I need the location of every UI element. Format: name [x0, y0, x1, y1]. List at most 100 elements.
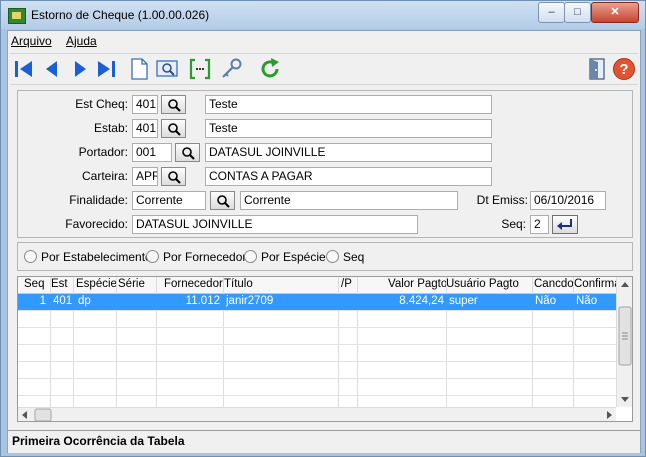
col-header-parcela[interactable]: /P [341, 278, 352, 293]
finalidade-desc-field: Corrente [240, 191, 458, 210]
grid-header: Seq Est Espécie Série Fornecedor Título … [18, 277, 616, 294]
exit-door-icon[interactable] [585, 57, 609, 81]
dt-emiss-input[interactable]: 06/10/2016 [530, 191, 606, 210]
cell-especie: dp [78, 295, 91, 307]
scroll-right-icon [607, 411, 612, 419]
sort-options-panel: Por Estabelecimento Por Fornecedor Por E… [17, 242, 633, 271]
est-cheq-zoom-button[interactable] [161, 95, 186, 114]
menu-arquivo[interactable]: Arquivo [11, 34, 52, 48]
finalidade-code-input[interactable]: Corrente [132, 191, 206, 210]
radio-seq[interactable]: Seq [326, 250, 364, 264]
next-record-icon[interactable] [68, 57, 92, 81]
table-row[interactable]: 1 401 dp 11.012 janir2709 8.424,24 super… [18, 294, 616, 311]
vertical-scrollbar[interactable] [616, 277, 632, 407]
first-record-icon[interactable] [12, 57, 36, 81]
carteira-label: Carteira: [81, 169, 128, 183]
previous-record-icon[interactable] [40, 57, 64, 81]
scroll-up-icon [621, 282, 629, 287]
cell-cancdo: Não [535, 295, 557, 307]
col-header-confirma[interactable]: Confirma [574, 278, 616, 293]
est-cheq-label: Est Cheq: [75, 97, 128, 111]
seq-enter-button[interactable] [552, 215, 578, 234]
table-row-empty[interactable] [18, 379, 616, 396]
carteira-zoom-button[interactable] [161, 167, 186, 186]
radio-por-especie[interactable]: Por Espécie [244, 250, 326, 264]
seq-input[interactable]: 2 [530, 215, 549, 234]
carteira-code-input[interactable]: APR [132, 167, 158, 186]
est-cheq-code-input[interactable]: 401 [132, 95, 158, 114]
svg-text:?: ? [619, 61, 628, 78]
table-row-empty[interactable] [18, 311, 616, 328]
cell-fornecedor: 11.012 [185, 295, 220, 307]
col-header-est[interactable]: Est [51, 278, 68, 293]
radio-label: Seq [343, 250, 365, 264]
menu-bar: Arquivo Ajuda [8, 31, 640, 51]
table-row-empty[interactable] [18, 328, 616, 345]
maximize-button[interactable]: □ [564, 2, 591, 23]
zoom-view-icon[interactable] [155, 57, 179, 81]
toolbar: ? [10, 53, 638, 85]
portador-code-input[interactable]: 001 [132, 143, 172, 162]
minimize-button[interactable]: – [538, 2, 565, 23]
magnifier-icon [182, 147, 195, 160]
finalidade-label: Finalidade: [69, 193, 128, 207]
estab-label: Estab: [93, 121, 128, 135]
col-header-titulo[interactable]: Título [224, 278, 253, 293]
favorecido-label: Favorecido: [65, 217, 128, 231]
col-header-seq[interactable]: Seq [24, 278, 44, 293]
table-row-empty[interactable] [18, 362, 616, 379]
radio-dot [146, 250, 159, 263]
col-header-usuario-pagto[interactable]: Usuário Pagto [446, 278, 519, 293]
estab-zoom-button[interactable] [161, 119, 186, 138]
dt-emiss-label: Dt Emiss: [476, 193, 528, 207]
magnifier-icon [168, 99, 181, 112]
col-header-cancdo[interactable]: Cancdo [534, 278, 574, 293]
close-button[interactable]: ✕ [591, 2, 639, 23]
estab-desc-field: Teste [205, 119, 492, 138]
cell-confirma: Não [576, 295, 598, 307]
status-bar: Primeira Ocorrência da Tabela [8, 430, 640, 453]
col-header-valor-pagto[interactable]: Valor Pagto [388, 278, 447, 293]
portador-label: Portador: [78, 145, 128, 159]
menu-ajuda[interactable]: Ajuda [66, 34, 97, 48]
cell-titulo: janir2709 [226, 295, 274, 307]
table-row-empty[interactable] [18, 345, 616, 362]
favorecido-input[interactable]: DATASUL JOINVILLE [132, 215, 418, 234]
col-header-especie[interactable]: Espécie [76, 278, 117, 293]
client-area: Arquivo Ajuda ? Est Cheq: 401 Teste Esta… [7, 30, 641, 453]
est-cheq-desc-field: Teste [205, 95, 492, 114]
finalidade-zoom-button[interactable] [210, 191, 235, 210]
help-icon[interactable]: ? [612, 57, 636, 81]
magnifier-icon [217, 195, 230, 208]
cell-est: 401 [53, 295, 73, 307]
radio-por-fornecedor[interactable]: Por Fornecedor [146, 250, 246, 264]
estab-code-input[interactable]: 401 [132, 119, 158, 138]
results-grid[interactable]: Seq Est Espécie Série Fornecedor Título … [17, 276, 633, 422]
title-bar[interactable]: Estorno de Cheque (1.00.00.026) – □ ✕ [1, 1, 645, 29]
portador-desc-field: DATASUL JOINVILLE [205, 143, 492, 162]
enter-arrow-icon [557, 219, 572, 230]
new-document-icon[interactable] [127, 57, 151, 81]
window-title: Estorno de Cheque (1.00.00.026) [31, 8, 210, 22]
radio-por-estabelecimento[interactable]: Por Estabelecimento [24, 250, 152, 264]
horizontal-scrollbar[interactable] [18, 407, 616, 421]
portador-zoom-button[interactable] [175, 143, 200, 162]
radio-label: Por Fornecedor [163, 250, 247, 264]
status-text: Primeira Ocorrência da Tabela [12, 434, 185, 448]
key-search-icon[interactable] [220, 57, 244, 81]
radio-dot [24, 250, 37, 263]
col-header-fornecedor[interactable]: Fornecedor [164, 278, 223, 293]
cell-valor-pagto: 8.424,24 [399, 295, 444, 307]
bracket-goto-icon[interactable] [188, 57, 212, 81]
radio-label: Por Espécie [261, 250, 326, 264]
col-header-serie[interactable]: Série [118, 278, 145, 293]
refresh-icon[interactable] [258, 57, 282, 81]
scroll-left-icon [22, 411, 27, 419]
cell-usuario-pagto: super [449, 295, 478, 307]
carteira-desc-field: CONTAS A PAGAR [205, 167, 492, 186]
radio-dot [244, 250, 257, 263]
scroll-down-icon [621, 397, 629, 402]
last-record-icon[interactable] [94, 57, 118, 81]
magnifier-icon [168, 171, 181, 184]
radio-label: Por Estabelecimento [41, 250, 152, 264]
